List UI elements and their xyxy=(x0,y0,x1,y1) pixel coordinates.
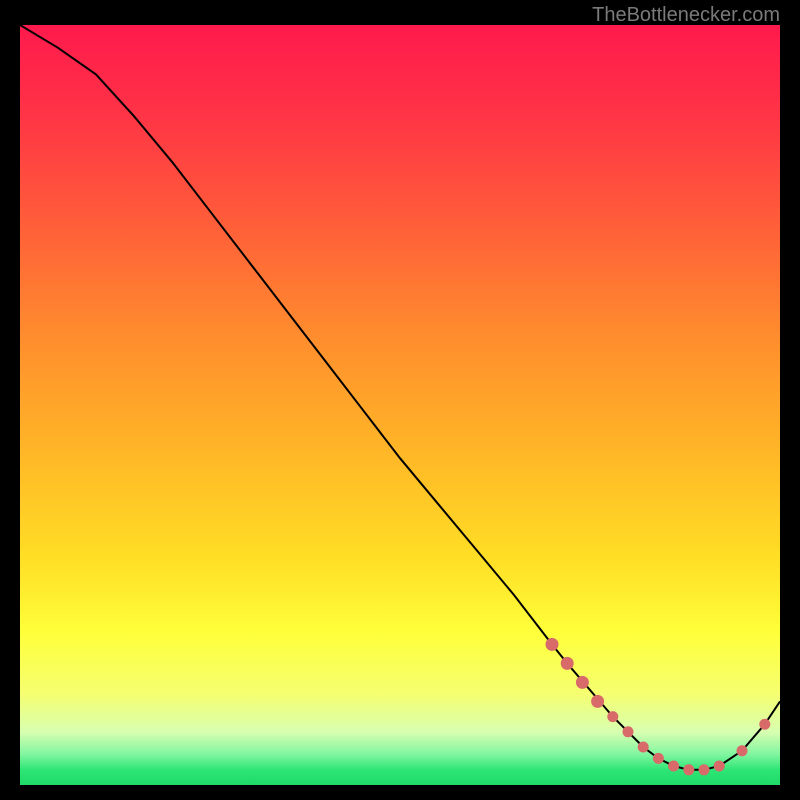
marker-point xyxy=(683,764,694,775)
marker-point xyxy=(607,711,618,722)
marker-point xyxy=(737,745,748,756)
chart-line-overlay xyxy=(20,25,780,785)
attribution-text: TheBottlenecker.com xyxy=(592,4,780,27)
marker-point xyxy=(561,657,574,670)
marker-point xyxy=(576,676,589,689)
chart-plot-area xyxy=(20,25,780,785)
marker-point xyxy=(623,726,634,737)
marker-point xyxy=(668,761,679,772)
marker-point xyxy=(653,753,664,764)
marker-point xyxy=(699,764,710,775)
marker-point xyxy=(546,638,559,651)
bottleneck-curve xyxy=(20,25,780,770)
marker-point xyxy=(638,742,649,753)
marker-point xyxy=(714,761,725,772)
marker-point xyxy=(591,695,604,708)
marker-point xyxy=(759,719,770,730)
